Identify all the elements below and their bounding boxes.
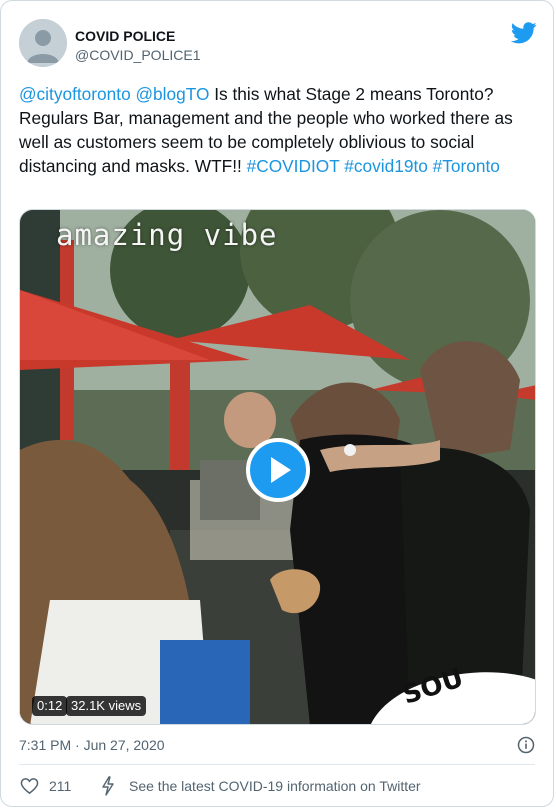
video-duration-badge: 0:12: [32, 696, 68, 716]
tweet-card: COVID POLICE @COVID_POLICE1 @cityoftoron…: [0, 0, 554, 807]
tweet-text: @cityoftoronto @blogTO Is this what Stag…: [19, 82, 529, 178]
tweet-link[interactable]: @blogTO: [136, 84, 210, 104]
play-icon: [271, 457, 291, 483]
divider: [19, 764, 535, 765]
tweet-link[interactable]: #covid19to: [344, 156, 428, 176]
tweet-timestamp[interactable]: 7:31 PM · Jun 27, 2020: [19, 737, 165, 753]
heart-icon[interactable]: [20, 777, 39, 795]
avatar[interactable]: [19, 19, 67, 67]
user-handle[interactable]: @COVID_POLICE1: [75, 47, 200, 63]
default-avatar-icon: [19, 19, 67, 67]
info-icon[interactable]: [517, 736, 535, 754]
twitter-bird-icon[interactable]: [511, 22, 537, 44]
like-count[interactable]: 211: [49, 778, 71, 794]
video-views-badge: 32.1K views: [66, 696, 147, 716]
lightning-icon: [102, 776, 114, 796]
tweet-link[interactable]: #Toronto: [433, 156, 500, 176]
covid-info-link[interactable]: See the latest COVID-19 information on T…: [129, 778, 421, 794]
display-name[interactable]: COVID POLICE: [75, 28, 175, 44]
video-caption: amazing vibe: [56, 218, 278, 252]
tweet-link[interactable]: @cityoftoronto: [19, 84, 131, 104]
play-button[interactable]: [246, 438, 310, 502]
video-player[interactable]: amazing vibe SOU 0:12 32.1K views: [19, 209, 536, 725]
tweet-link[interactable]: #COVIDIOT: [247, 156, 340, 176]
